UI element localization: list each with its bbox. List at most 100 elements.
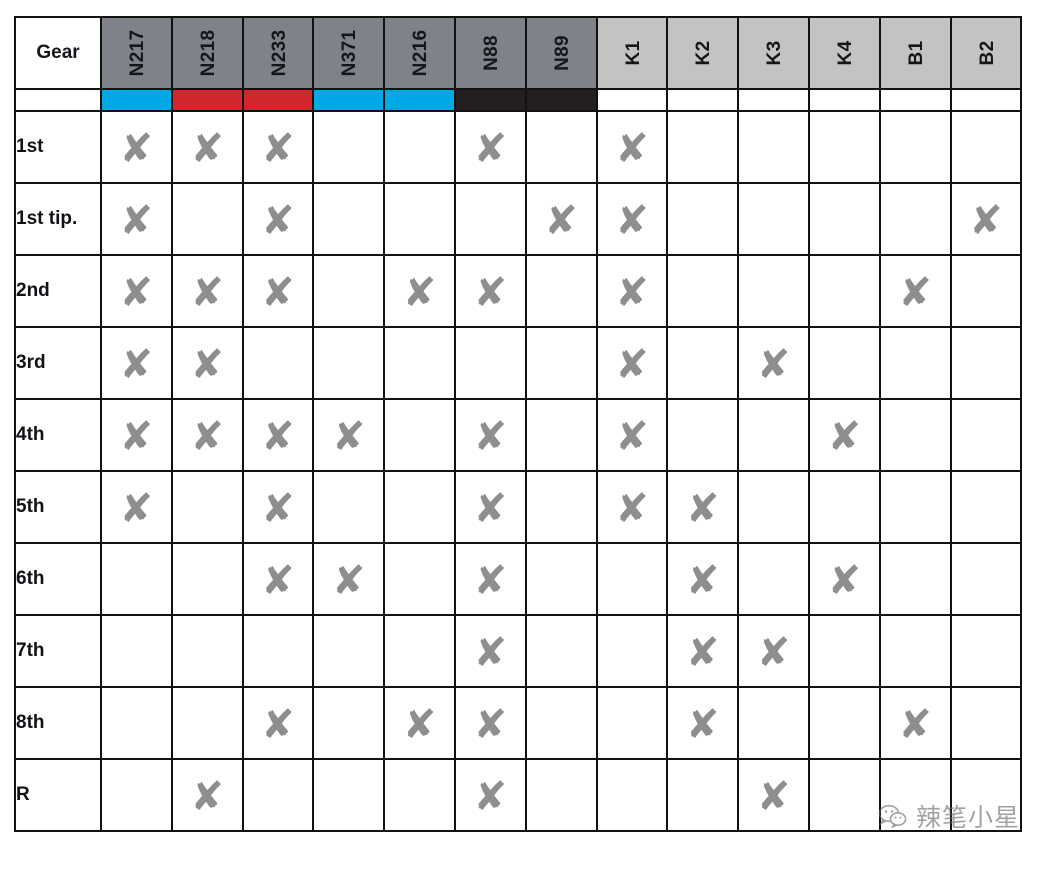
cell-1st-tip-n218[interactable]: [170, 182, 244, 256]
cell-7th-n371[interactable]: [312, 614, 386, 688]
cell-4th-b1[interactable]: [878, 398, 952, 472]
cell-3rd-n233[interactable]: [241, 326, 315, 400]
cell-r-n217[interactable]: [100, 758, 173, 832]
cell-3rd-k2[interactable]: [666, 326, 740, 400]
cell-1st-tip-b2[interactable]: ✘: [949, 182, 1023, 256]
cell-r-k2[interactable]: [666, 758, 740, 832]
cell-2nd-k4[interactable]: [807, 254, 881, 328]
cell-4th-n371[interactable]: ✘: [312, 398, 386, 472]
cell-5th-n216[interactable]: [383, 470, 456, 544]
cell-8th-k1[interactable]: [595, 686, 669, 760]
cell-3rd-b1[interactable]: [878, 326, 952, 400]
cell-8th-n216[interactable]: ✘: [383, 686, 456, 760]
cell-1st-tip-n88[interactable]: [453, 182, 527, 256]
cell-3rd-n371[interactable]: [312, 326, 386, 400]
cell-6th-k3[interactable]: [737, 542, 810, 616]
cell-1st-tip-n89[interactable]: ✘: [524, 182, 598, 256]
cell-4th-k1[interactable]: ✘: [595, 398, 669, 472]
cell-5th-n233[interactable]: ✘: [241, 470, 315, 544]
cell-6th-n89[interactable]: [524, 542, 598, 616]
cell-1st-tip-n217[interactable]: ✘: [100, 182, 173, 256]
cell-r-n216[interactable]: [383, 758, 456, 832]
cell-3rd-n89[interactable]: [524, 326, 598, 400]
cell-4th-n217[interactable]: ✘: [100, 398, 173, 472]
cell-2nd-k1[interactable]: ✘: [595, 254, 669, 328]
cell-2nd-n89[interactable]: [524, 254, 598, 328]
cell-8th-n233[interactable]: ✘: [241, 686, 315, 760]
cell-r-n371[interactable]: [312, 758, 386, 832]
cell-1st-b1[interactable]: [878, 110, 952, 184]
cell-4th-b2[interactable]: [949, 398, 1023, 472]
cell-6th-b1[interactable]: [878, 542, 952, 616]
cell-1st-n371[interactable]: [312, 110, 386, 184]
cell-8th-k4[interactable]: [807, 686, 881, 760]
cell-3rd-k1[interactable]: ✘: [595, 326, 669, 400]
cell-1st-b2[interactable]: [949, 110, 1023, 184]
cell-r-n233[interactable]: [241, 758, 315, 832]
cell-3rd-n88[interactable]: [453, 326, 527, 400]
cell-8th-k3[interactable]: [737, 686, 810, 760]
cell-7th-n89[interactable]: [524, 614, 598, 688]
cell-2nd-n218[interactable]: ✘: [170, 254, 244, 328]
cell-5th-k1[interactable]: ✘: [595, 470, 669, 544]
cell-1st-k1[interactable]: ✘: [595, 110, 669, 184]
cell-5th-k4[interactable]: [807, 470, 881, 544]
cell-1st-tip-n216[interactable]: [383, 182, 456, 256]
cell-6th-n88[interactable]: ✘: [453, 542, 527, 616]
cell-5th-k2[interactable]: ✘: [666, 470, 740, 544]
cell-3rd-n218[interactable]: ✘: [170, 326, 244, 400]
cell-8th-n88[interactable]: ✘: [453, 686, 527, 760]
cell-1st-k3[interactable]: [737, 110, 810, 184]
cell-2nd-n371[interactable]: [312, 254, 386, 328]
cell-7th-k3[interactable]: ✘: [737, 614, 810, 688]
cell-8th-n371[interactable]: [312, 686, 386, 760]
cell-1st-tip-k3[interactable]: [737, 182, 810, 256]
cell-4th-n218[interactable]: ✘: [170, 398, 244, 472]
cell-r-n89[interactable]: [524, 758, 598, 832]
cell-8th-n89[interactable]: [524, 686, 598, 760]
cell-3rd-n217[interactable]: ✘: [100, 326, 173, 400]
cell-1st-tip-n371[interactable]: [312, 182, 386, 256]
cell-4th-n216[interactable]: [383, 398, 456, 472]
cell-2nd-n88[interactable]: ✘: [453, 254, 527, 328]
cell-5th-n218[interactable]: [170, 470, 244, 544]
cell-6th-k1[interactable]: [595, 542, 669, 616]
cell-r-k1[interactable]: [595, 758, 669, 832]
cell-r-k3[interactable]: ✘: [737, 758, 810, 832]
cell-7th-n216[interactable]: [383, 614, 456, 688]
cell-6th-k2[interactable]: ✘: [666, 542, 740, 616]
cell-1st-tip-k4[interactable]: [807, 182, 881, 256]
cell-6th-n233[interactable]: ✘: [241, 542, 315, 616]
cell-r-b2[interactable]: [949, 758, 1023, 832]
cell-5th-n88[interactable]: ✘: [453, 470, 527, 544]
cell-r-n88[interactable]: ✘: [453, 758, 527, 832]
cell-5th-n89[interactable]: [524, 470, 598, 544]
cell-8th-b2[interactable]: [949, 686, 1023, 760]
cell-1st-tip-b1[interactable]: [878, 182, 952, 256]
cell-2nd-b2[interactable]: [949, 254, 1023, 328]
cell-7th-n217[interactable]: [100, 614, 173, 688]
cell-6th-n218[interactable]: [170, 542, 244, 616]
cell-5th-k3[interactable]: [737, 470, 810, 544]
cell-8th-b1[interactable]: ✘: [878, 686, 952, 760]
cell-1st-n89[interactable]: [524, 110, 598, 184]
cell-1st-n218[interactable]: ✘: [170, 110, 244, 184]
cell-7th-n218[interactable]: [170, 614, 244, 688]
cell-5th-n217[interactable]: ✘: [100, 470, 173, 544]
cell-3rd-k3[interactable]: ✘: [737, 326, 810, 400]
cell-r-n218[interactable]: ✘: [170, 758, 244, 832]
cell-6th-n371[interactable]: ✘: [312, 542, 386, 616]
cell-2nd-n216[interactable]: ✘: [383, 254, 456, 328]
cell-4th-k4[interactable]: ✘: [807, 398, 881, 472]
cell-5th-b1[interactable]: [878, 470, 952, 544]
cell-7th-k1[interactable]: [595, 614, 669, 688]
cell-4th-k3[interactable]: [737, 398, 810, 472]
cell-1st-k4[interactable]: [807, 110, 881, 184]
cell-1st-n233[interactable]: ✘: [241, 110, 315, 184]
cell-4th-n89[interactable]: [524, 398, 598, 472]
cell-1st-n216[interactable]: [383, 110, 456, 184]
cell-4th-n88[interactable]: ✘: [453, 398, 527, 472]
cell-7th-n88[interactable]: ✘: [453, 614, 527, 688]
cell-1st-n88[interactable]: ✘: [453, 110, 527, 184]
cell-1st-k2[interactable]: [666, 110, 740, 184]
